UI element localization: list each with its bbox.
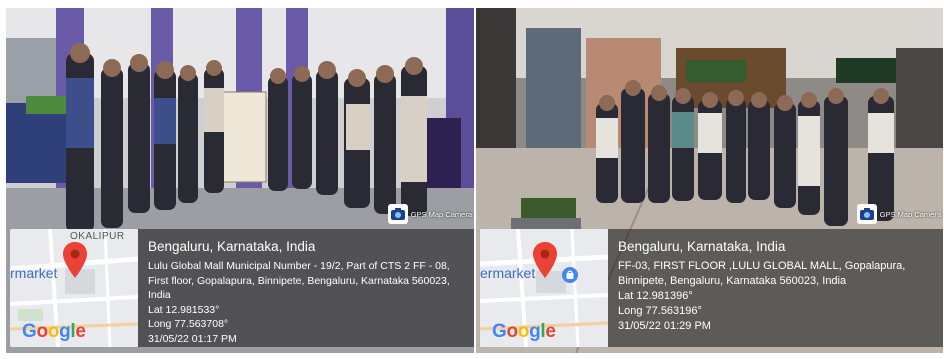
map-poi-label: rmarket	[10, 265, 58, 281]
map-pin-icon	[532, 241, 558, 279]
gps-camera-icon	[387, 204, 408, 224]
address-line-1: Lulu Global Mall Municipal Number - 19/2…	[148, 260, 450, 272]
address-line-2: Binnipete, Bengaluru, Karnataka 560023, …	[618, 275, 847, 287]
gps-map-camera-badge: GPS Map Camera	[856, 204, 941, 224]
gps-map-camera-badge: GPS Map Camera	[387, 204, 472, 224]
latitude-text: Lat 12.981533°	[148, 303, 220, 316]
map-thumbnail: ermarket Google	[480, 229, 608, 347]
gps-camera-icon	[856, 204, 877, 224]
map-poi-label: ermarket	[480, 265, 536, 281]
google-logo: Google	[22, 321, 86, 342]
gps-badge-label: GPS Map Camera	[879, 209, 941, 219]
longitude-text: Long 77.563196°	[618, 305, 702, 317]
map-pin-icon	[62, 241, 88, 279]
map-thumbnail: OKALIPUR rmarket Google	[10, 229, 138, 347]
geotagged-photo-left: GPS Map Camera OKALIPUR rmarket Google B…	[6, 8, 474, 353]
datetime-text: 31/05/22 01:17 PM	[148, 332, 237, 345]
address-line-3: India	[148, 289, 171, 301]
shopping-bag-icon	[562, 267, 578, 283]
google-logo: Google	[492, 321, 556, 342]
gps-badge-label: GPS Map Camera	[410, 209, 472, 219]
longitude-text: Long 77.563708°	[148, 318, 229, 330]
address-line-1: FF-03, FIRST FLOOR ,LULU GLOBAL MALL, Go…	[618, 260, 906, 272]
location-title: Bengaluru, Karnataka, India	[618, 239, 786, 254]
location-info-panel: Bengaluru, Karnataka, India FF-03, FIRST…	[608, 229, 943, 347]
location-info-panel: Bengaluru, Karnataka, India Lulu Global …	[138, 229, 474, 347]
latitude-text: Lat 12.981396°	[618, 290, 693, 302]
location-title: Bengaluru, Karnataka, India	[148, 239, 316, 254]
address-line-2: First floor, Gopalapura, Binnipete, Beng…	[148, 274, 450, 287]
datetime-text: 31/05/22 01:29 PM	[618, 320, 711, 332]
geotagged-photo-right: GPS Map Camera ermarket Google Bengaluru…	[476, 8, 943, 353]
